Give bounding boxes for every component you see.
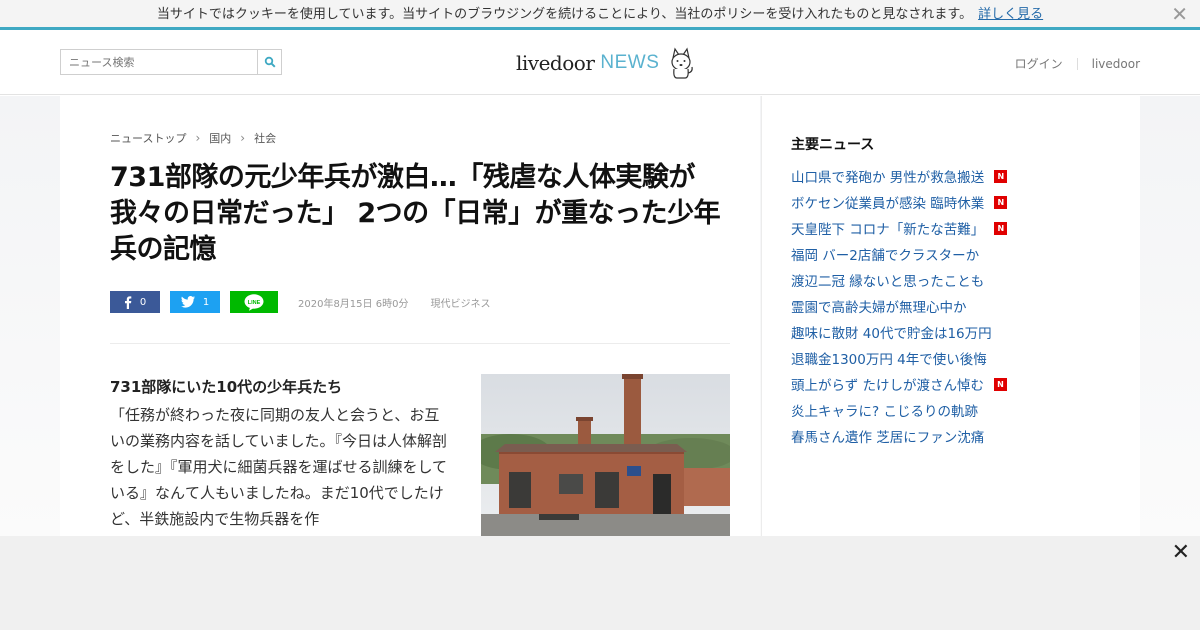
site-header: livedoor NEWS ログイン livedoor (0, 33, 1200, 95)
search-button[interactable] (257, 50, 281, 74)
news-item: 山口県で発砲か 男性が救急搬送 N (791, 163, 1121, 189)
breadcrumb-domestic[interactable]: 国内 (209, 130, 231, 146)
ad-overlay: ✕ (0, 536, 1200, 630)
news-link[interactable]: ボケセン従業員が感染 臨時休業 (791, 192, 984, 212)
logo-livedoor: livedoor (516, 51, 595, 75)
news-item: 退職金1300万円 4年で使い後悔 (791, 345, 1121, 371)
line-share-button[interactable]: LINE (230, 291, 278, 313)
chevron-right-icon: › (240, 131, 246, 145)
site-logo[interactable]: livedoor NEWS (516, 43, 695, 83)
top-news-list: 山口県で発砲か 男性が救急搬送 N ボケセン従業員が感染 臨時休業 N 天皇陛下 コ… (791, 163, 1121, 449)
close-icon[interactable]: ✕ (1171, 0, 1188, 29)
twitter-icon (180, 296, 195, 308)
news-link[interactable]: 炎上キャラに? こじるりの軌跡 (791, 400, 978, 420)
line-icon: LINE (244, 293, 264, 311)
share-bar: 0 1 LINE 2020年8月15日 6時0分 現代ビジネス (110, 291, 490, 313)
header-nav: ログイン livedoor (1015, 55, 1140, 72)
cookie-text: 当サイトではクッキーを使用しています。当サイトのブラウジングを続けることにより、… (156, 7, 973, 22)
breadcrumb-news-top[interactable]: ニューストップ (110, 130, 186, 146)
twitter-share-button[interactable]: 1 (170, 291, 220, 313)
facebook-share-button[interactable]: 0 (110, 291, 160, 313)
news-link[interactable]: 頭上がらず たけしが渡さん悼む (791, 374, 984, 394)
sidebar-title: 主要ニュース (791, 137, 875, 153)
new-badge: N (994, 169, 1008, 183)
twitter-count: 1 (202, 296, 210, 308)
news-item: 福岡 バー2店舗でクラスターか (791, 241, 1121, 267)
news-link[interactable]: 天皇陛下 コロナ「新たな苦難」 (791, 218, 984, 238)
news-item: 炎上キャラに? こじるりの軌跡 (791, 397, 1121, 423)
line-logo-text: LINE (248, 300, 261, 306)
cookie-details-link[interactable]: 詳しく見る (978, 7, 1043, 22)
logo-news: NEWS (600, 52, 660, 73)
new-badge: N (994, 377, 1008, 391)
login-link[interactable]: ログイン (1015, 55, 1063, 72)
sidebar: 主要ニュース 山口県で発砲か 男性が救急搬送 N ボケセン従業員が感染 臨時休業 N… (761, 96, 1140, 536)
search-box (60, 49, 282, 75)
news-item: 霊園で高齢夫婦が無理心中か (791, 293, 1121, 319)
facebook-icon (124, 295, 132, 309)
article-title: 731部隊の元少年兵が激白…「残虐な人体実験が我々の日常だった」 2つの「日常」… (110, 162, 721, 265)
news-link[interactable]: 福岡 バー2店舗でクラスターか (791, 244, 979, 264)
breadcrumb: ニューストップ › 国内 › 社会 (110, 130, 276, 146)
new-badge: N (994, 195, 1008, 209)
cookie-banner: 当サイトではクッキーを使用しています。当サイトのブラウジングを続けることにより、… (0, 0, 1200, 30)
facebook-count: 0 (139, 296, 147, 308)
building-photo-illustration (481, 374, 730, 536)
chevron-right-icon: › (195, 131, 201, 145)
news-item: 渡辺二冠 縁ないと思ったことも (791, 267, 1121, 293)
new-badge: N (994, 221, 1008, 235)
news-item: 頭上がらず たけしが渡さん悼む N (791, 371, 1121, 397)
search-icon (264, 56, 276, 68)
news-link[interactable]: 霊園で高齢夫婦が無理心中か (791, 296, 967, 316)
news-link[interactable]: 渡辺二冠 縁ないと思ったことも (791, 270, 984, 290)
divider (110, 343, 730, 344)
article-photo[interactable] (481, 374, 730, 536)
news-link[interactable]: 山口県で発砲か 男性が救急搬送 (791, 166, 984, 186)
article-body: 「任務が終わった夜に同期の友人と会うと、お互いの業務内容を話していました。『今日… (110, 406, 448, 528)
article-source[interactable]: 現代ビジネス (430, 299, 490, 310)
dog-mascot-icon (671, 47, 694, 79)
search-input[interactable] (61, 50, 257, 74)
news-link[interactable]: 春馬さん遺作 芝居にファン沈痛 (791, 426, 984, 446)
nav-divider (1076, 57, 1078, 70)
breadcrumb-society[interactable]: 社会 (254, 130, 276, 146)
livedoor-link[interactable]: livedoor (1092, 57, 1140, 71)
close-icon[interactable]: ✕ (1172, 540, 1190, 565)
article-date: 2020年8月15日 6時0分 (298, 298, 409, 310)
news-link[interactable]: 趣味に散財 40代で貯金は16万円 (791, 322, 992, 342)
article-meta: 2020年8月15日 6時0分 現代ビジネス (298, 295, 490, 310)
article-column: ニューストップ › 国内 › 社会 731部隊の元少年兵が激白…「残虐な人体実験… (60, 96, 760, 536)
news-link[interactable]: 退職金1300万円 4年で使い後悔 (791, 348, 987, 368)
news-item: 春馬さん遺作 芝居にファン沈痛 (791, 423, 1121, 449)
article-subheading: 731部隊にいた10代の少年兵たち (110, 378, 343, 396)
news-item: 天皇陛下 コロナ「新たな苦難」 N (791, 215, 1121, 241)
news-item: 趣味に散財 40代で貯金は16万円 (791, 319, 1121, 345)
news-item: ボケセン従業員が感染 臨時休業 N (791, 189, 1121, 215)
